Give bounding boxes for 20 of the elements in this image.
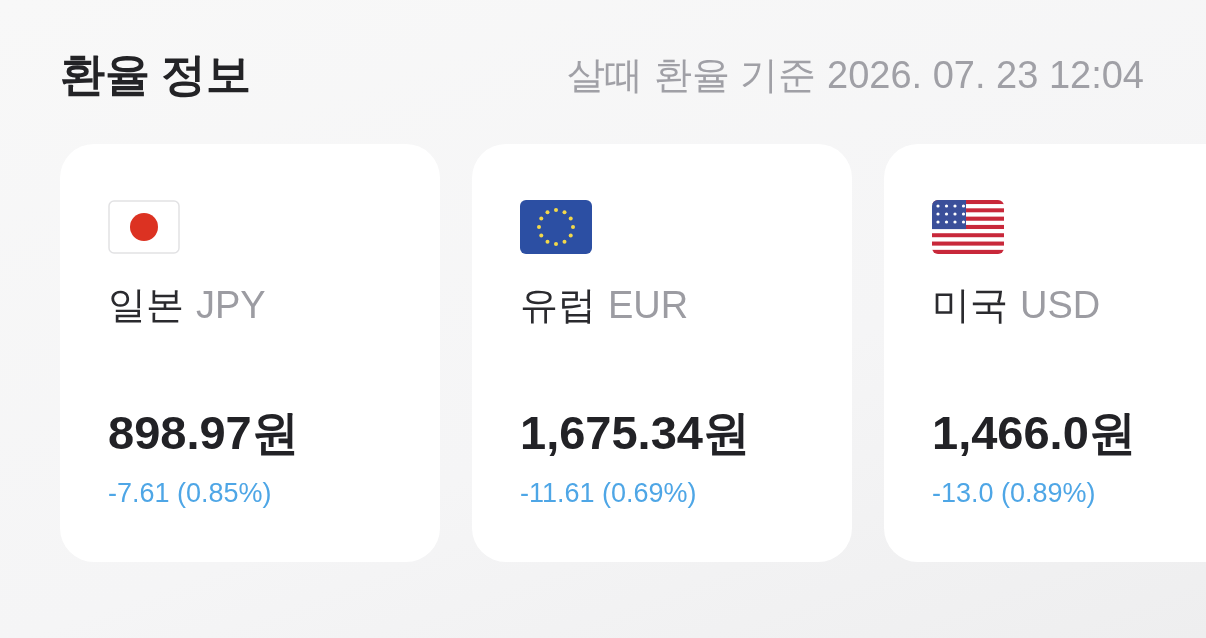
- currency-code: USD: [1020, 283, 1101, 328]
- page-title: 환율 정보: [60, 48, 250, 102]
- country-name: 일본: [108, 283, 184, 328]
- exchange-rate: 1,675.34원: [520, 406, 750, 460]
- exchange-rate: 1,466.0원: [932, 406, 1136, 460]
- us-flag-icon: [932, 200, 1004, 254]
- currency-card[interactable]: 미국 USD 1,466.0원 -13.0 (0.89%): [884, 144, 1206, 562]
- rate-change: -7.61 (0.85%): [108, 477, 272, 510]
- country-name: 미국: [932, 283, 1008, 328]
- exchange-rate: 898.97원: [108, 406, 299, 460]
- japan-flag-icon: [108, 200, 180, 254]
- currency-card[interactable]: 유럽 EUR 1,675.34원 -11.61 (0.69%): [472, 144, 852, 562]
- rate-change: -13.0 (0.89%): [932, 477, 1096, 510]
- currency-code: EUR: [608, 283, 689, 328]
- rate-basis-timestamp: 살때 환율 기준 2026. 07. 23 12:04: [567, 52, 1144, 98]
- country-name: 유럽: [520, 283, 596, 328]
- eu-flag-icon: [520, 200, 592, 254]
- currency-code: JPY: [196, 283, 266, 328]
- rate-change: -11.61 (0.69%): [520, 477, 697, 510]
- currency-card[interactable]: 일본 JPY 898.97원 -7.61 (0.85%): [60, 144, 440, 562]
